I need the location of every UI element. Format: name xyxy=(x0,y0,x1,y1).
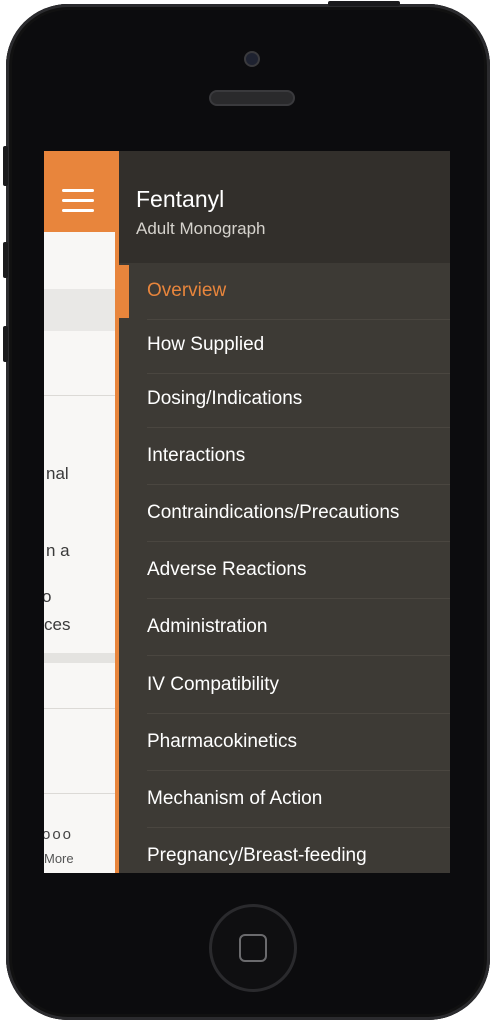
app-header xyxy=(44,151,116,232)
background-text-fragment: n a xyxy=(46,541,70,560)
menu-item-interactions[interactable]: Interactions xyxy=(119,428,450,485)
menu-item-label: How Supplied xyxy=(147,334,265,355)
divider xyxy=(44,395,116,396)
home-button[interactable] xyxy=(209,904,297,992)
background-band xyxy=(44,289,116,331)
menu-item-overview[interactable]: Overview xyxy=(119,263,450,320)
divider xyxy=(44,793,116,794)
background-app-content: nal n a o ces ooo More xyxy=(44,151,116,873)
front-camera xyxy=(244,51,260,67)
menu-item-label: Overview xyxy=(147,280,227,301)
volume-down-button xyxy=(3,326,8,362)
menu-item-label: Interactions xyxy=(147,445,246,466)
home-button-icon xyxy=(239,934,267,962)
more-tab-label[interactable]: More xyxy=(44,851,74,866)
hamburger-menu-icon[interactable] xyxy=(62,189,94,213)
background-band xyxy=(44,653,116,663)
drug-title: Fentanyl xyxy=(136,186,225,212)
menu-item-dosing-indications[interactable]: Dosing/Indications xyxy=(119,371,450,428)
menu-item-pharmacokinetics[interactable]: Pharmacokinetics xyxy=(119,714,450,771)
menu-item-label: Pregnancy/Breast-feeding xyxy=(147,845,367,866)
divider xyxy=(147,655,450,656)
menu-item-label: Administration xyxy=(147,616,268,637)
screen: nal n a o ces ooo More Fentanyl Adult Mo… xyxy=(44,151,450,873)
divider xyxy=(44,708,116,709)
background-text-fragment: ces xyxy=(44,615,71,634)
menu-item-label: Pharmacokinetics xyxy=(147,731,297,752)
background-text-fragment: o xyxy=(44,587,52,606)
monograph-subtitle: Adult Monograph xyxy=(136,219,266,238)
menu-item-label: Contraindications/Precautions xyxy=(147,502,400,523)
menu-item-how-supplied[interactable]: How Supplied xyxy=(119,317,450,374)
menu-item-iv-compatibility[interactable]: IV Compatibility xyxy=(119,657,450,714)
menu-item-label: Dosing/Indications xyxy=(147,388,303,409)
navigation-drawer: Fentanyl Adult Monograph Overview How Su… xyxy=(115,151,450,873)
menu-item-contraindications-precautions[interactable]: Contraindications/Precautions xyxy=(119,485,450,542)
menu-item-pregnancy-breast-feeding[interactable]: Pregnancy/Breast-feeding xyxy=(119,828,450,873)
menu-item-administration[interactable]: Administration xyxy=(119,599,450,656)
mute-switch xyxy=(3,146,8,186)
power-button xyxy=(328,1,400,6)
volume-up-button xyxy=(3,242,8,278)
menu-item-label: IV Compatibility xyxy=(147,674,279,695)
menu-item-label: Adverse Reactions xyxy=(147,559,307,580)
menu-item-adverse-reactions[interactable]: Adverse Reactions xyxy=(119,542,450,599)
more-dots-icon[interactable]: ooo xyxy=(44,826,73,843)
background-text-fragment: nal xyxy=(46,464,69,483)
menu-item-label: Mechanism of Action xyxy=(147,788,323,809)
drawer-header: Fentanyl Adult Monograph xyxy=(119,151,450,263)
menu-item-mechanism-of-action[interactable]: Mechanism of Action xyxy=(119,771,450,828)
earpiece-speaker xyxy=(209,90,295,106)
